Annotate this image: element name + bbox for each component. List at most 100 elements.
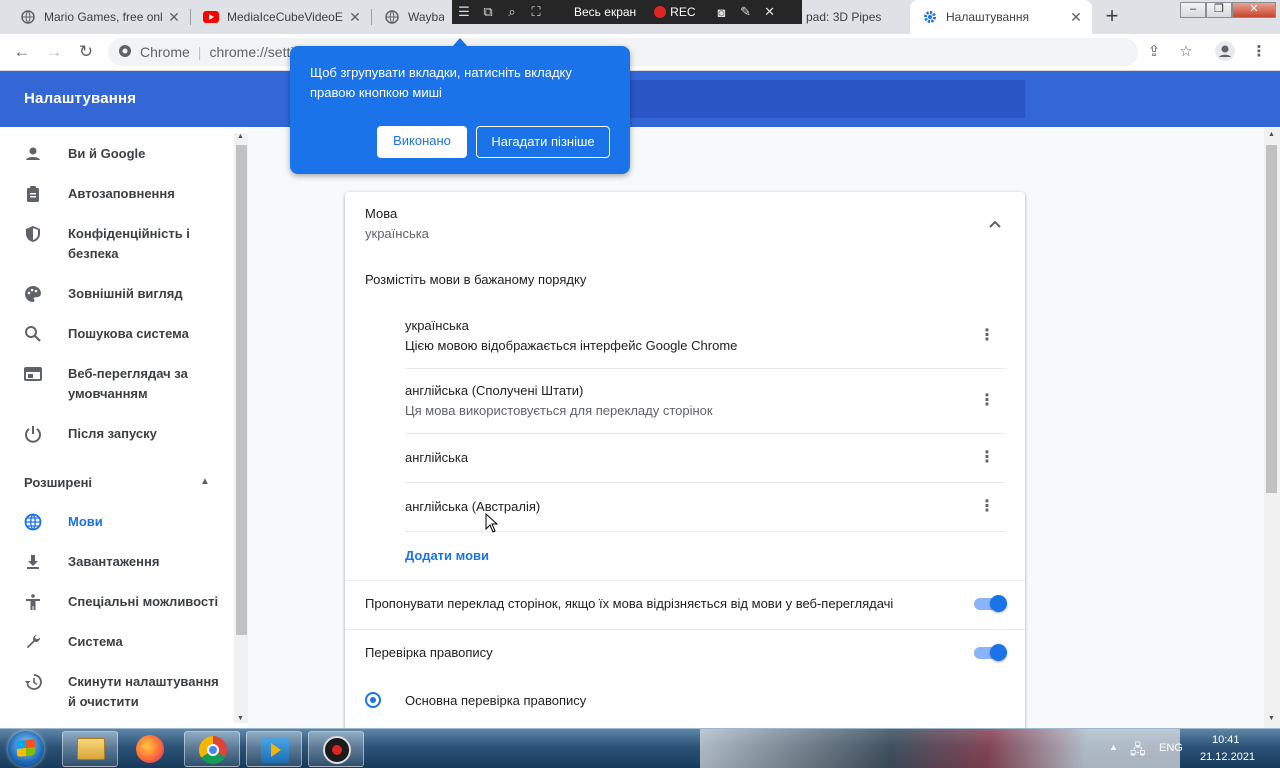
taskbar-media-player[interactable] <box>246 731 302 767</box>
sidebar-item-you-and-google[interactable]: Ви й Google <box>0 144 230 164</box>
chrome-icon <box>199 736 227 764</box>
chevron-up-icon[interactable] <box>985 214 1005 234</box>
more-vert-icon[interactable]: ⋮ <box>977 448 997 468</box>
taskbar-recorder[interactable] <box>308 731 364 767</box>
capture-mode-label[interactable]: Весь екран <box>574 5 636 19</box>
language-indicator[interactable]: ENG <box>1159 742 1183 754</box>
address-origin: Chrome <box>140 44 190 60</box>
new-tab-button[interactable]: + <box>1100 5 1124 29</box>
shield-icon <box>0 224 68 244</box>
close-icon[interactable]: ✕ <box>758 4 782 20</box>
language-section-value: українська <box>365 226 429 241</box>
sidebar-item-accessibility[interactable]: Спеціальні можливості <box>0 592 230 612</box>
forward-button[interactable]: → <box>42 40 66 64</box>
spellcheck-basic-label: Основна перевірка правопису <box>405 693 587 708</box>
close-icon[interactable]: ✕ <box>1068 9 1084 26</box>
network-icon[interactable]: 🖧 <box>1130 739 1146 763</box>
sidebar-item-languages[interactable]: Мови <box>0 512 230 532</box>
window-close-button[interactable]: ✕ <box>1232 2 1276 18</box>
share-icon[interactable]: ⇪ <box>1143 41 1165 63</box>
sidebar-item-search-engine[interactable]: Пошукова система <box>0 324 230 344</box>
settings-search-field[interactable] <box>630 80 1025 118</box>
sidebar-item-autofill[interactable]: Автозаповнення <box>0 184 230 204</box>
scroll-up-arrow-icon[interactable]: ▲ <box>237 133 244 140</box>
more-menu-icon[interactable]: ⋮ <box>1248 41 1270 63</box>
clock-date[interactable]: 21.12.2021 <box>1200 751 1255 763</box>
sidebar-item-system[interactable]: Система <box>0 632 230 652</box>
sidebar-item-label: Скинути налаштування й очистити <box>68 674 219 709</box>
back-button[interactable]: ← <box>10 40 34 64</box>
palette-icon <box>0 284 68 304</box>
sidebar-item-privacy-security[interactable]: Конфіденційність і безпека <box>0 224 230 264</box>
show-hidden-icons-icon[interactable]: ▲ <box>1109 742 1118 752</box>
crop-icon[interactable]: ⛶ <box>524 4 548 20</box>
person-icon <box>0 144 68 164</box>
language-order-label: Розмістіть мови в бажаному порядку <box>365 272 587 287</box>
sidebar-item-downloads[interactable]: Завантаження <box>0 552 230 572</box>
sidebar-item-label: Ви й Google <box>68 146 146 161</box>
spellcheck-toggle[interactable] <box>974 644 1007 661</box>
maximize-button[interactable]: ❐ <box>1206 2 1232 18</box>
scroll-down-arrow-icon[interactable]: ▼ <box>1268 715 1275 722</box>
taskbar-firefox[interactable] <box>122 731 178 767</box>
clipboard-icon <box>0 184 68 204</box>
translate-offer-label: Пропонувати переклад сторінок, якщо їх м… <box>365 596 894 611</box>
more-vert-icon[interactable]: ⋮ <box>977 497 997 517</box>
start-button[interactable] <box>4 729 48 767</box>
search-icon <box>0 324 68 344</box>
bookmark-star-icon[interactable]: ☆ <box>1175 41 1197 63</box>
sidebar-item-default-browser[interactable]: Веб-переглядач за умовчанням <box>0 364 230 404</box>
tab-title: Wayback <box>408 10 444 24</box>
scroll-down-arrow-icon[interactable]: ▼ <box>237 715 244 722</box>
remind-later-button[interactable]: Нагадати пізніше <box>476 126 610 158</box>
globe-icon <box>20 9 36 25</box>
address-url: chrome://setti <box>209 44 294 60</box>
tab-mario[interactable]: Mario Games, free onl ✕ <box>8 0 190 34</box>
taskbar-chrome[interactable] <box>184 731 240 767</box>
sidebar-item-reset[interactable]: Скинути налаштування й очистити <box>0 672 230 712</box>
sidebar-scrollbar-thumb[interactable] <box>236 145 247 635</box>
tab-wayback[interactable]: Wayback <box>372 0 452 34</box>
power-icon <box>0 424 68 444</box>
chrome-page-icon <box>118 44 132 61</box>
tab-3d-pipes[interactable]: pad: 3D Pipes <box>802 0 910 34</box>
settings-header: Налаштування <box>0 71 1280 127</box>
done-button[interactable]: Виконано <box>377 126 467 158</box>
translate-offer-toggle[interactable] <box>974 595 1007 612</box>
chevron-up-icon[interactable]: ▲ <box>200 476 210 487</box>
main-scrollbar-thumb[interactable] <box>1266 145 1277 493</box>
wrench-icon <box>0 632 68 652</box>
tab-mediaicecube[interactable]: MediaIceCubeVideoE ✕ <box>191 0 371 34</box>
taskbar-explorer[interactable] <box>62 731 118 767</box>
record-dot-icon[interactable] <box>654 6 667 18</box>
zoom-region-icon[interactable]: ⌕ <box>500 4 524 20</box>
minimize-button[interactable]: – <box>1180 2 1206 18</box>
language-note: Цією мовою відображається інтерфейс Goog… <box>405 338 738 353</box>
tab-settings[interactable]: Налаштування ✕ <box>910 0 1092 34</box>
pen-icon[interactable]: ✎ <box>734 4 758 20</box>
advanced-section-toggle[interactable]: Розширені <box>24 475 92 490</box>
menu-icon[interactable]: ☰ <box>452 4 476 20</box>
sidebar-item-label: Після запуску <box>68 426 157 441</box>
record-label[interactable]: REC <box>670 5 695 19</box>
system-tray: ▲ 🖧 ENG 10:41 21.12.2021 <box>1104 729 1280 768</box>
spellcheck-basic-radio[interactable] <box>365 692 381 708</box>
add-languages-button[interactable]: Додати мови <box>405 548 489 563</box>
profile-avatar-icon[interactable] <box>1214 41 1236 63</box>
window-mode-icon[interactable]: ⧉ <box>476 4 500 20</box>
more-vert-icon[interactable]: ⋮ <box>977 326 997 346</box>
reload-button[interactable]: ↻ <box>74 40 98 64</box>
scroll-up-arrow-icon[interactable]: ▲ <box>1268 131 1275 138</box>
camera-icon[interactable]: ◙ <box>710 5 734 20</box>
spellcheck-label: Перевірка правопису <box>365 645 493 660</box>
tab-title: pad: 3D Pipes <box>806 10 882 24</box>
tab-groups-promo-bubble: Щоб згрупувати вкладки, натисніть вкладк… <box>290 46 630 174</box>
close-icon[interactable]: ✕ <box>347 9 363 26</box>
clock-time[interactable]: 10:41 <box>1212 734 1240 746</box>
close-icon[interactable]: ✕ <box>166 9 182 26</box>
more-vert-icon[interactable]: ⋮ <box>977 391 997 411</box>
firefox-icon <box>136 735 164 763</box>
sidebar-item-on-startup[interactable]: Після запуску <box>0 424 230 444</box>
sidebar-item-appearance[interactable]: Зовнішній вигляд <box>0 284 230 304</box>
page-title: Налаштування <box>24 90 137 107</box>
